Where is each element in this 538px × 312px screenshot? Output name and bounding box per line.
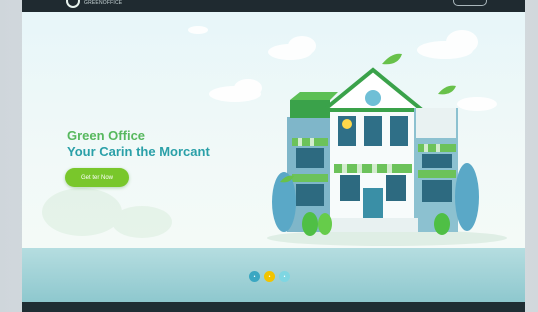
top-navigation-bar: GREENOFFICE: [22, 0, 525, 12]
bottom-bar: [22, 302, 525, 312]
hero-title-line-1: Green Office: [67, 128, 146, 143]
background-plants: [42, 188, 172, 238]
carousel-dot-3[interactable]: •: [279, 271, 290, 282]
carousel-dot-2[interactable]: •: [264, 271, 275, 282]
menu-button[interactable]: [453, 0, 487, 6]
office-building-illustration: [272, 53, 479, 236]
leaf-circle-icon[interactable]: [66, 0, 80, 8]
hero-title-line-2: Your Carin the Morcant: [67, 144, 210, 159]
hero-section: Green Office Your Carin the Morcant: [22, 12, 525, 248]
hero-heading: Green Office Your Carin the Morcant: [67, 128, 210, 160]
carousel-dot-1[interactable]: •: [249, 271, 260, 282]
browser-window: GREENOFFICE Green Office Your Carin the …: [22, 0, 525, 312]
ground: [267, 230, 507, 246]
get-started-button[interactable]: Get ter Now: [65, 168, 129, 187]
logo-text: GREENOFFICE: [84, 0, 123, 6]
carousel-dots: • • •: [249, 271, 290, 282]
